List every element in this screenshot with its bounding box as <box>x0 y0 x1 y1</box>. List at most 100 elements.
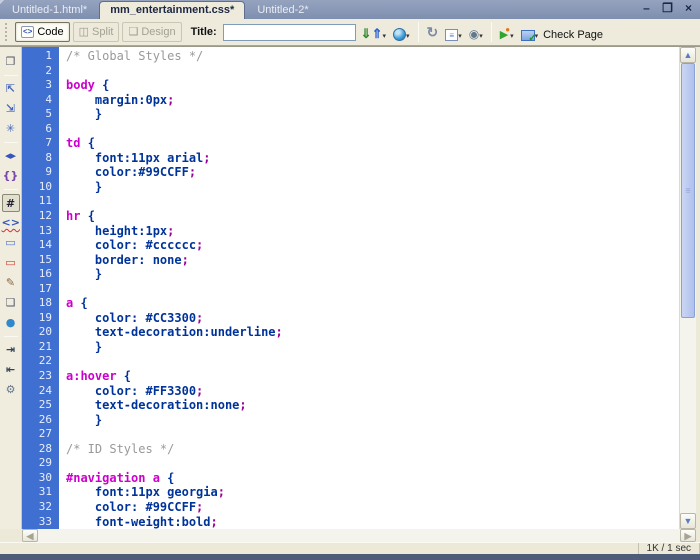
code-line: } <box>66 340 679 355</box>
file-management-up-icon: ⇑ <box>372 27 383 41</box>
apply-comment-icon[interactable]: ▭ <box>2 234 20 252</box>
vertical-scroll-track[interactable] <box>680 63 696 513</box>
line-number: 15 <box>22 253 52 268</box>
design-view-icon: ❑ <box>128 27 138 37</box>
line-number-gutter: 1234567891011121314151617181920212223242… <box>22 47 59 529</box>
document-toolbar: <> Code ◫ Split ❑ Design Title: ⇓ ⇑ ▾ ▾ … <box>0 19 700 46</box>
select-parent-tag-icon[interactable]: ◂▸ <box>2 147 20 165</box>
scroll-right-arrow-icon[interactable]: ▶ <box>680 529 696 542</box>
code-line: #navigation a { <box>66 471 679 486</box>
status-bar: 1K / 1 sec <box>0 542 700 554</box>
line-number: 10 <box>22 180 52 195</box>
tabbar-corner-decoration <box>0 0 12 19</box>
line-number: 17 <box>22 282 52 297</box>
code-line <box>66 427 679 442</box>
line-number: 19 <box>22 311 52 326</box>
code-editor: 1234567891011121314151617181920212223242… <box>22 47 696 529</box>
code-line: a:hover { <box>66 369 679 384</box>
vertical-scrollbar[interactable]: ▲ ▼ <box>679 47 696 529</box>
balance-braces-icon[interactable]: {} <box>2 167 20 185</box>
visual-aids-eye-icon: ◉ <box>469 27 479 41</box>
line-number: 26 <box>22 413 52 428</box>
code-view-button[interactable]: <> Code <box>15 22 70 42</box>
chevron-down-icon: ▾ <box>382 33 386 41</box>
title-label: Title: <box>191 26 217 38</box>
line-number: 27 <box>22 427 52 442</box>
file-management-button[interactable]: ⇓ ⇑ ▾ <box>359 22 388 42</box>
scroll-down-arrow-icon[interactable]: ▼ <box>680 513 696 529</box>
line-number: 11 <box>22 194 52 209</box>
toolbar-separator <box>418 22 419 42</box>
line-number: 33 <box>22 515 52 530</box>
outdent-code-icon[interactable]: ⇤ <box>2 361 20 379</box>
code-line: margin:0px; <box>66 93 679 108</box>
code-area[interactable]: /* Global Styles */ body { margin:0px; }t… <box>59 47 679 529</box>
preview-in-browser-button[interactable]: ▾ <box>391 22 412 42</box>
line-number: 31 <box>22 485 52 500</box>
expand-all-icon[interactable]: ✳ <box>2 120 20 138</box>
scroll-up-arrow-icon[interactable]: ▲ <box>680 47 696 63</box>
open-documents-icon[interactable]: ❐ <box>2 53 20 71</box>
check-page-button[interactable]: ▾ Check Page <box>519 22 605 42</box>
wrap-tag-icon[interactable]: ✎ <box>2 274 20 292</box>
window-controls: – ❒ × <box>639 1 696 16</box>
scroll-left-arrow-icon[interactable]: ◀ <box>22 529 38 542</box>
code-line: body { <box>66 78 679 93</box>
code-line: border: none; <box>66 253 679 268</box>
collapse-selection-icon[interactable]: ⇲ <box>2 100 20 118</box>
code-line: color: #FF3300; <box>66 384 679 399</box>
minimize-button[interactable]: – <box>639 1 654 16</box>
visual-aids-button[interactable]: ◉ ▾ <box>467 22 485 42</box>
document-size-status: 1K / 1 sec <box>638 543 700 554</box>
collapse-full-tag-icon[interactable]: ⇱ <box>2 80 20 98</box>
check-page-icon <box>521 30 535 41</box>
line-number: 1 <box>22 49 52 64</box>
toolbar-grip[interactable] <box>5 23 9 41</box>
line-number: 20 <box>22 325 52 340</box>
line-number: 5 <box>22 107 52 122</box>
indent-code-icon[interactable]: ⇥ <box>2 341 20 359</box>
document-tabbar: Untitled-1.html* mm_entertainment.css* U… <box>0 0 700 19</box>
title-input[interactable] <box>223 24 356 41</box>
code-line <box>66 354 679 369</box>
validate-markup-button[interactable]: ▶ ● ▾ <box>498 22 516 42</box>
code-line: font:11px arial; <box>66 151 679 166</box>
split-view-icon: ◫ <box>79 27 89 37</box>
vertical-scroll-thumb[interactable] <box>681 63 695 318</box>
code-line: text-decoration:underline; <box>66 325 679 340</box>
format-source-code-icon[interactable]: ⚙ <box>2 381 20 399</box>
file-management-icon: ⇓ <box>361 27 372 41</box>
refresh-button[interactable]: ↻ <box>425 22 441 42</box>
move-convert-css-icon[interactable]: ● <box>2 314 20 332</box>
hscroll-spacer <box>696 529 700 542</box>
split-view-label: Split <box>92 26 113 38</box>
tab-untitled-1[interactable]: Untitled-1.html* <box>2 2 97 19</box>
line-numbers-icon[interactable]: # <box>2 194 20 212</box>
line-number: 9 <box>22 165 52 180</box>
refresh-icon: ↻ <box>427 24 439 41</box>
line-number: 12 <box>22 209 52 224</box>
tab-mm-entertainment-css[interactable]: mm_entertainment.css* <box>99 1 245 19</box>
code-line <box>66 194 679 209</box>
recent-snippets-icon[interactable]: ❏ <box>2 294 20 312</box>
split-view-button[interactable]: ◫ Split <box>73 22 120 42</box>
remove-comment-icon[interactable]: ▭ <box>2 254 20 272</box>
horizontal-scrollbar[interactable]: ◀ ▶ <box>0 529 700 542</box>
tab-untitled-2[interactable]: Untitled-2* <box>247 2 318 19</box>
horizontal-scroll-track[interactable] <box>38 529 680 542</box>
line-number: 25 <box>22 398 52 413</box>
view-options-button[interactable]: ≡ ▾ <box>443 22 464 42</box>
code-line: /* Global Styles */ <box>66 49 679 64</box>
coding-toolbar-separator <box>4 336 18 337</box>
view-options-icon: ≡ <box>445 29 458 41</box>
check-page-label: Check Page <box>543 29 603 41</box>
code-line: height:1px; <box>66 224 679 239</box>
code-line: /* ID Styles */ <box>66 442 679 457</box>
highlight-invalid-code-icon[interactable]: <> <box>2 214 20 232</box>
chevron-down-icon: ▾ <box>458 33 462 41</box>
close-button[interactable]: × <box>681 1 696 16</box>
line-number: 8 <box>22 151 52 166</box>
line-number: 2 <box>22 64 52 79</box>
design-view-button[interactable]: ❑ Design <box>122 22 181 42</box>
restore-button[interactable]: ❒ <box>660 1 675 16</box>
